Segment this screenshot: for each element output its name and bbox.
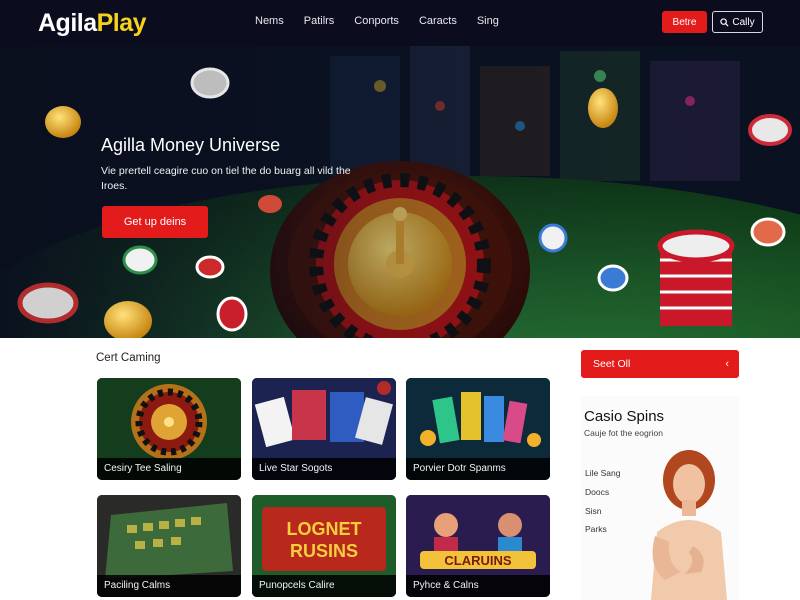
sidebar-link[interactable]: Doocs [585, 487, 609, 497]
hero-subtitle: Vie prertell ceagire cuo on tiel the do … [101, 165, 351, 192]
game-card[interactable]: CLARUINS Pyhce & Calns [406, 495, 550, 597]
sidebar-panel [581, 396, 739, 600]
game-card-label: Porvier Dotr Spanms [406, 458, 550, 480]
svg-text:LOGNET: LOGNET [287, 519, 362, 539]
hero-banner: Agilla Money Universe Vie prertell ceagi… [0, 46, 800, 338]
game-card-label: Punopcels Calire [252, 575, 396, 597]
game-card[interactable]: LOGNET RUSINS Punopcels Calire [252, 495, 396, 597]
logo-text-white: Agila [38, 9, 97, 37]
sidebar-link[interactable]: Lile Sang [585, 468, 620, 478]
sidebar-button-label: Seet Oll [593, 358, 631, 370]
svg-text:RUSINS: RUSINS [290, 541, 358, 561]
game-card[interactable]: Cesiry Tee Saling [97, 378, 241, 480]
header-search-button[interactable]: Cally [712, 11, 763, 33]
sidebar-subtitle: Cauje fot the eogrion [584, 428, 663, 438]
game-card[interactable]: Porvier Dotr Spanms [406, 378, 550, 480]
main-nav: Nems Patilrs Conports Caracts Sing [255, 15, 519, 27]
svg-text:CLARUINS: CLARUINS [444, 553, 511, 568]
game-card-label: Live Star Sogots [252, 458, 396, 480]
hero-title: Agilla Money Universe [101, 135, 281, 155]
sidebar-link[interactable]: Sisn [585, 506, 602, 516]
top-navbar: AgilaPlay Nems Patilrs Conports Caracts … [0, 0, 800, 46]
sidebar-title: Casio Spins [584, 408, 665, 425]
sidebar-link[interactable]: Parks [585, 524, 607, 534]
sidebar-button[interactable]: Seet Oll ‹ [581, 350, 739, 378]
search-icon [720, 17, 729, 27]
logo-text-yellow: Play [96, 9, 147, 37]
logo[interactable]: AgilaPlay [38, 8, 147, 38]
header-search-label: Cally [732, 16, 755, 28]
game-card-label: Paciling Calms [97, 575, 241, 597]
game-card-label: Cesiry Tee Saling [97, 458, 241, 480]
header-primary-button[interactable]: Betre [662, 11, 707, 33]
game-card-label: Pyhce & Calns [406, 575, 550, 597]
promo-model-illustration [651, 450, 727, 600]
games-section-title: Cert Caming [96, 352, 161, 364]
game-card[interactable]: Live Star Sogots [252, 378, 396, 480]
nav-item-2[interactable]: Patilrs [304, 15, 335, 27]
nav-item-1[interactable]: Nems [255, 15, 284, 27]
game-card[interactable]: Paciling Calms [97, 495, 241, 597]
chevron-left-icon: ‹ [725, 358, 729, 370]
nav-item-5[interactable]: Sing [477, 15, 499, 27]
nav-item-4[interactable]: Caracts [419, 15, 457, 27]
hero-cta-button[interactable]: Get up deins [102, 206, 208, 238]
nav-item-3[interactable]: Conports [354, 15, 399, 27]
